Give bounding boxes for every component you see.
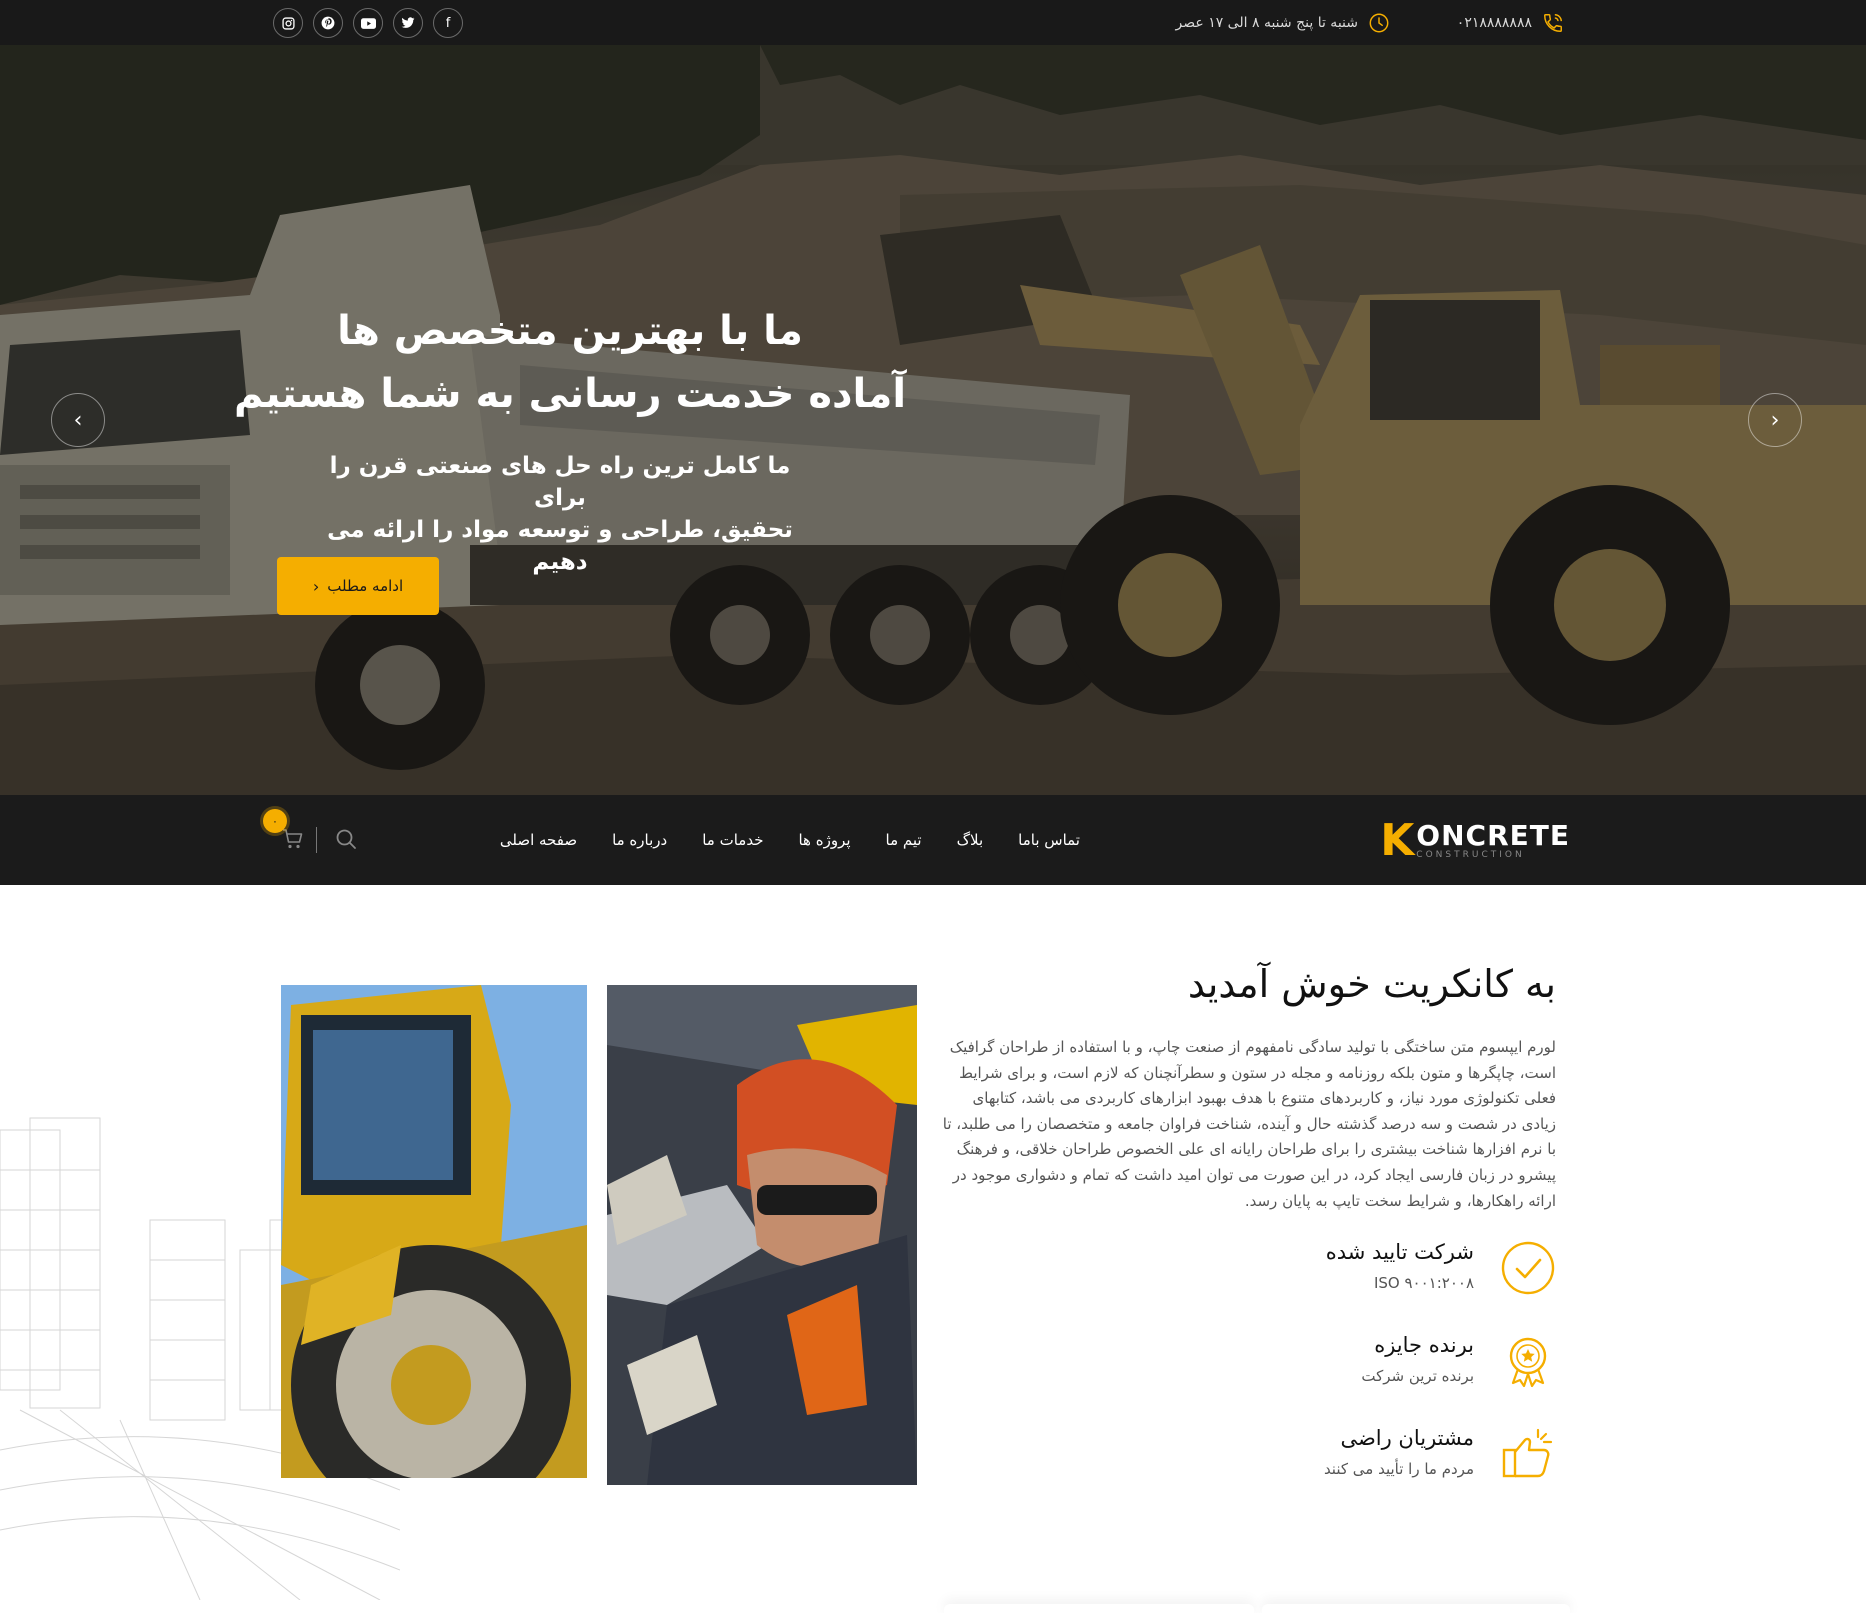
- slider-next-button[interactable]: ›: [1748, 393, 1802, 447]
- feature-certified: شرکت تایید شده ISO ۹۰۰۱:۲۰۰۸: [1296, 1240, 1556, 1300]
- feature-title: مشتریان راضی: [1340, 1426, 1474, 1450]
- slider-prev-button[interactable]: ‹: [51, 393, 105, 447]
- hero-subtitle-line-1: ما کامل ترین راه حل های صنعتی قرن را برا…: [329, 453, 791, 511]
- feature-title: برنده جایزه: [1374, 1333, 1474, 1357]
- welcome-text: لورم ایپسوم متن ساختگی با تولید سادگی نا…: [942, 1038, 1556, 1210]
- menu-item-blog[interactable]: بلاگ: [957, 831, 984, 849]
- top-bar: f ۰۲۱۸۸۸۸۸۸۸ شنبه تا پنج شنبه ۸ الی ۱۷ ع…: [0, 0, 1866, 45]
- card-top-edge: [944, 1604, 1254, 1613]
- youtube-icon[interactable]: [353, 8, 383, 38]
- hero-title-line-2: آماده خدمت رسانی به شما هستیم: [233, 371, 907, 417]
- chevron-left-icon: ‹: [312, 576, 320, 596]
- instagram-icon[interactable]: [273, 8, 303, 38]
- site-logo[interactable]: K ONCRETE CONSTRUCTION: [1380, 815, 1570, 866]
- logo-sub-text: CONSTRUCTION: [1416, 849, 1525, 860]
- menu-item-about[interactable]: درباره ما: [612, 831, 667, 849]
- top-hours: شنبه تا پنج شنبه ۸ الی ۱۷ عصر: [1176, 0, 1390, 45]
- menu-item-services[interactable]: خدمات ما: [702, 831, 763, 849]
- read-more-label: ادامه مطلب: [327, 577, 404, 595]
- logo-main-text: ONCRETE: [1416, 818, 1570, 852]
- clock-icon: [1369, 13, 1389, 32]
- hero-title-line-1: ما با بهترین متخصص ها: [337, 308, 803, 354]
- top-phone[interactable]: ۰۲۱۸۸۸۸۸۸۸: [1457, 0, 1564, 45]
- nav-divider: [316, 827, 317, 853]
- hero-slider: ‹ › ما با بهترین متخصص ها آماده خدمت رسا…: [0, 45, 1866, 795]
- feature-subtitle: ISO ۹۰۰۱:۲۰۰۸: [1373, 1274, 1474, 1292]
- feature-title: شرکت تایید شده: [1325, 1240, 1474, 1264]
- phone-icon: [1544, 13, 1562, 32]
- chevron-left-icon: ‹: [73, 407, 83, 433]
- feature-subtitle: برنده ترین شرکت: [1361, 1367, 1474, 1385]
- worker-photo: [607, 985, 917, 1485]
- logo-letter: K: [1380, 815, 1415, 866]
- feature-subtitle: مردم ما را تأیید می کنند: [1323, 1460, 1474, 1478]
- thumbs-up-icon: [1502, 1428, 1553, 1478]
- loader-photo: [281, 985, 587, 1478]
- feature-award: برنده جایزه برنده ترین شرکت: [1296, 1333, 1556, 1393]
- card-top-edge: [1262, 1604, 1570, 1613]
- twitter-icon[interactable]: [393, 8, 423, 38]
- check-circle-icon: [1501, 1241, 1555, 1295]
- welcome-title: به کانکریت خوش آمدید: [1187, 962, 1556, 1006]
- chevron-right-icon: ›: [1770, 407, 1780, 433]
- feature-satisfied: مشتریان راضی مردم ما را تأیید می کنند: [1296, 1426, 1556, 1486]
- menu-item-team[interactable]: تیم ما: [886, 831, 922, 849]
- menu-item-home[interactable]: صفحه اصلی: [500, 831, 577, 849]
- main-navbar: K ONCRETE CONSTRUCTION صفحه اصلی درباره …: [0, 795, 1866, 885]
- phone-number: ۰۲۱۸۸۸۸۸۸۸: [1456, 14, 1532, 31]
- award-badge-icon: [1509, 1337, 1547, 1388]
- search-icon[interactable]: [334, 827, 358, 851]
- pinterest-icon[interactable]: [313, 8, 343, 38]
- facebook-icon[interactable]: f: [433, 8, 463, 38]
- working-hours: شنبه تا پنج شنبه ۸ الی ۱۷ عصر: [1175, 14, 1358, 31]
- menu-item-contact[interactable]: تماس باما: [1018, 831, 1080, 849]
- read-more-button[interactable]: ادامه مطلب ‹: [277, 557, 439, 615]
- main-menu: صفحه اصلی درباره ما خدمات ما پروژه ها تی…: [500, 795, 1080, 885]
- hero-title: ما با بهترین متخصص ها آماده خدمت رسانی ب…: [220, 300, 920, 426]
- cart-icon[interactable]: [281, 827, 305, 851]
- cart-count-badge: ۰: [263, 809, 287, 833]
- menu-item-projects[interactable]: پروژه ها: [798, 831, 850, 849]
